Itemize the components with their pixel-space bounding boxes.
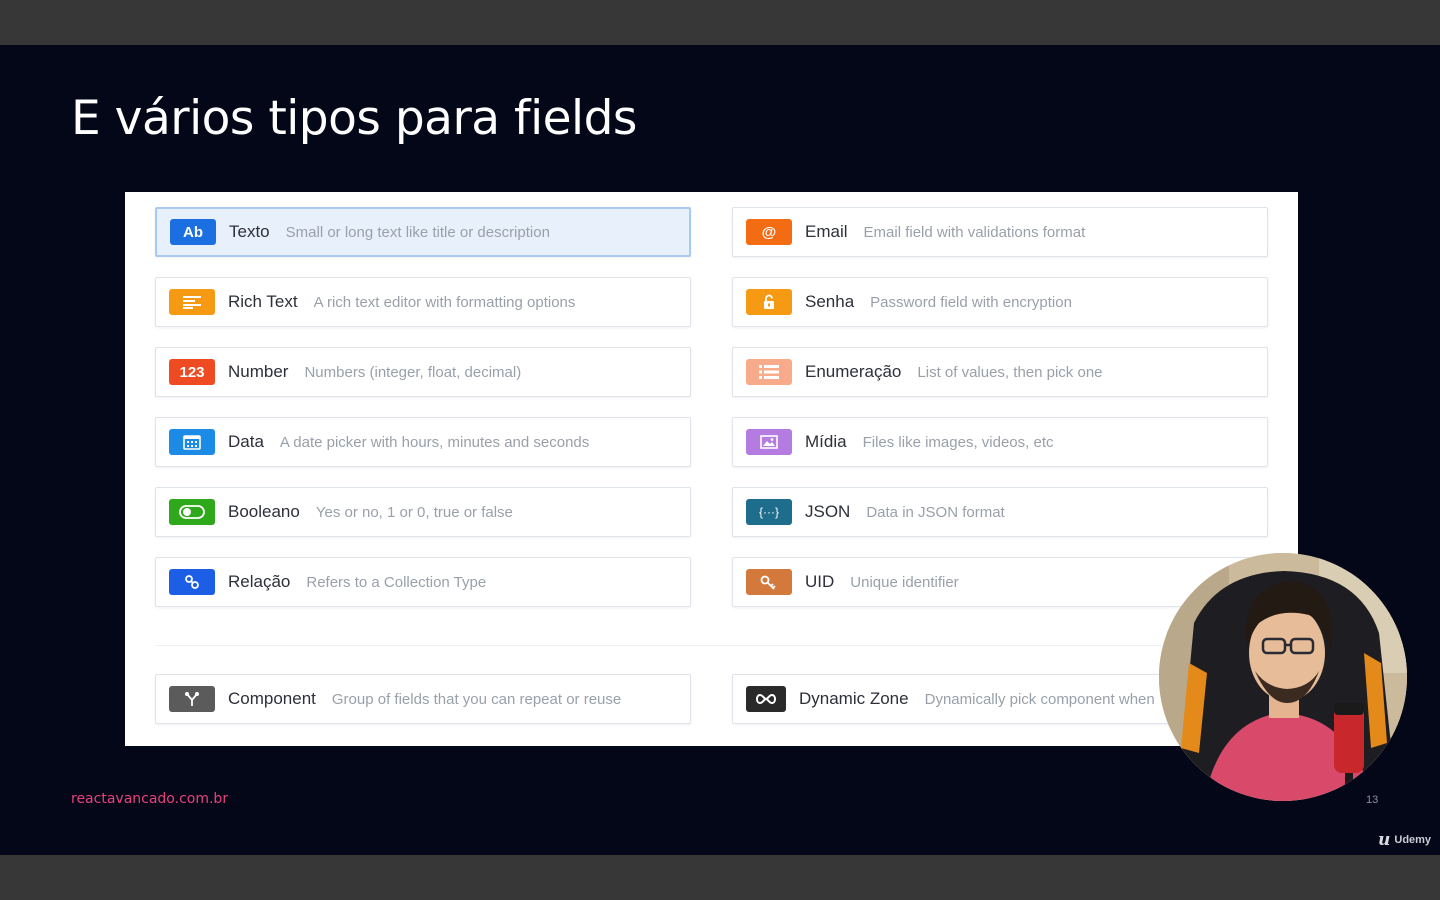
number-icon: 123 [169,359,215,385]
at-icon: @ [746,219,792,245]
field-type-rich-text[interactable]: Rich Text A rich text editor with format… [155,277,691,327]
field-type-description: Group of fields that you can repeat or r… [331,690,622,708]
webcam-overlay [1159,553,1407,801]
field-type-description: Password field with encryption [870,293,1072,311]
field-type-name: Relação [228,572,291,591]
field-type-enumeracao[interactable]: Enumeração List of values, then pick one [732,347,1268,397]
field-type-name: Dynamic Zone [799,689,909,708]
field-type-texto[interactable]: Ab Texto Small or long text like title o… [155,207,691,257]
field-type-description: Data in JSON format [866,503,1005,521]
field-type-email[interactable]: @ Email Email field with validations for… [732,207,1268,257]
slide-title: E vários tipos para fields [71,91,637,146]
field-type-data[interactable]: Data A date picker with hours, minutes a… [155,417,691,467]
field-type-name: Enumeração [805,362,902,381]
field-type-name: Texto [229,222,270,241]
field-type-description: A date picker with hours, minutes and se… [279,433,590,451]
toggle-icon [169,499,215,525]
field-type-description: Numbers (integer, float, decimal) [304,363,522,381]
field-type-description: A rich text editor with formatting optio… [313,293,576,311]
page-number: 13 [1366,794,1379,806]
infinity-icon [746,686,786,712]
field-type-name: Email [805,222,848,241]
field-type-booleano[interactable]: Booleano Yes or no, 1 or 0, true or fals… [155,487,691,537]
field-type-name: Number [228,362,289,381]
image-icon [746,429,792,455]
field-type-relacao[interactable]: Relação Refers to a Collection Type [155,557,691,607]
key-icon [746,569,792,595]
relation-icon [169,569,215,595]
lock-icon [746,289,792,315]
video-top-bar [0,0,1440,45]
field-type-name: Senha [805,292,855,311]
field-type-senha[interactable]: Senha Password field with encryption [732,277,1268,327]
field-type-name: Mídia [805,432,847,451]
field-type-json[interactable]: {···} JSON Data in JSON format [732,487,1268,537]
field-type-name: UID [805,572,835,591]
video-bottom-bar [0,855,1440,900]
field-type-description: Refers to a Collection Type [306,573,487,591]
field-type-component[interactable]: Component Group of fields that you can r… [155,674,691,724]
field-type-name: Booleano [228,502,300,521]
text-icon: Ab [170,219,216,245]
field-types-panel: Ab Texto Small or long text like title o… [125,192,1298,746]
footer-website-link: reactavancado.com.br [71,791,229,807]
field-type-description: Files like images, videos, etc [862,433,1054,451]
udemy-logo-icon: u [1378,830,1391,850]
field-type-name: Component [228,689,316,708]
field-type-description: Unique identifier [850,573,959,591]
field-type-name: JSON [805,502,851,521]
calendar-icon [169,429,215,455]
field-type-description: Small or long text like title or descrip… [285,223,550,241]
udemy-wordmark: Udemy [1394,834,1432,846]
section-divider [155,645,1285,646]
field-type-number[interactable]: 123 Number Numbers (integer, float, deci… [155,347,691,397]
field-type-description: Dynamically pick component when [924,690,1155,708]
json-icon: {···} [746,499,792,525]
list-icon [746,359,792,385]
field-type-name: Data [228,432,264,451]
udemy-watermark: u Udemy [1378,830,1431,850]
rich-text-icon [169,289,215,315]
field-type-description: Email field with validations format [863,223,1086,241]
component-icon [169,686,215,712]
field-type-description: Yes or no, 1 or 0, true or false [315,503,513,521]
field-type-midia[interactable]: Mídia Files like images, videos, etc [732,417,1268,467]
field-type-description: List of values, then pick one [917,363,1103,381]
field-type-name: Rich Text [228,292,298,311]
